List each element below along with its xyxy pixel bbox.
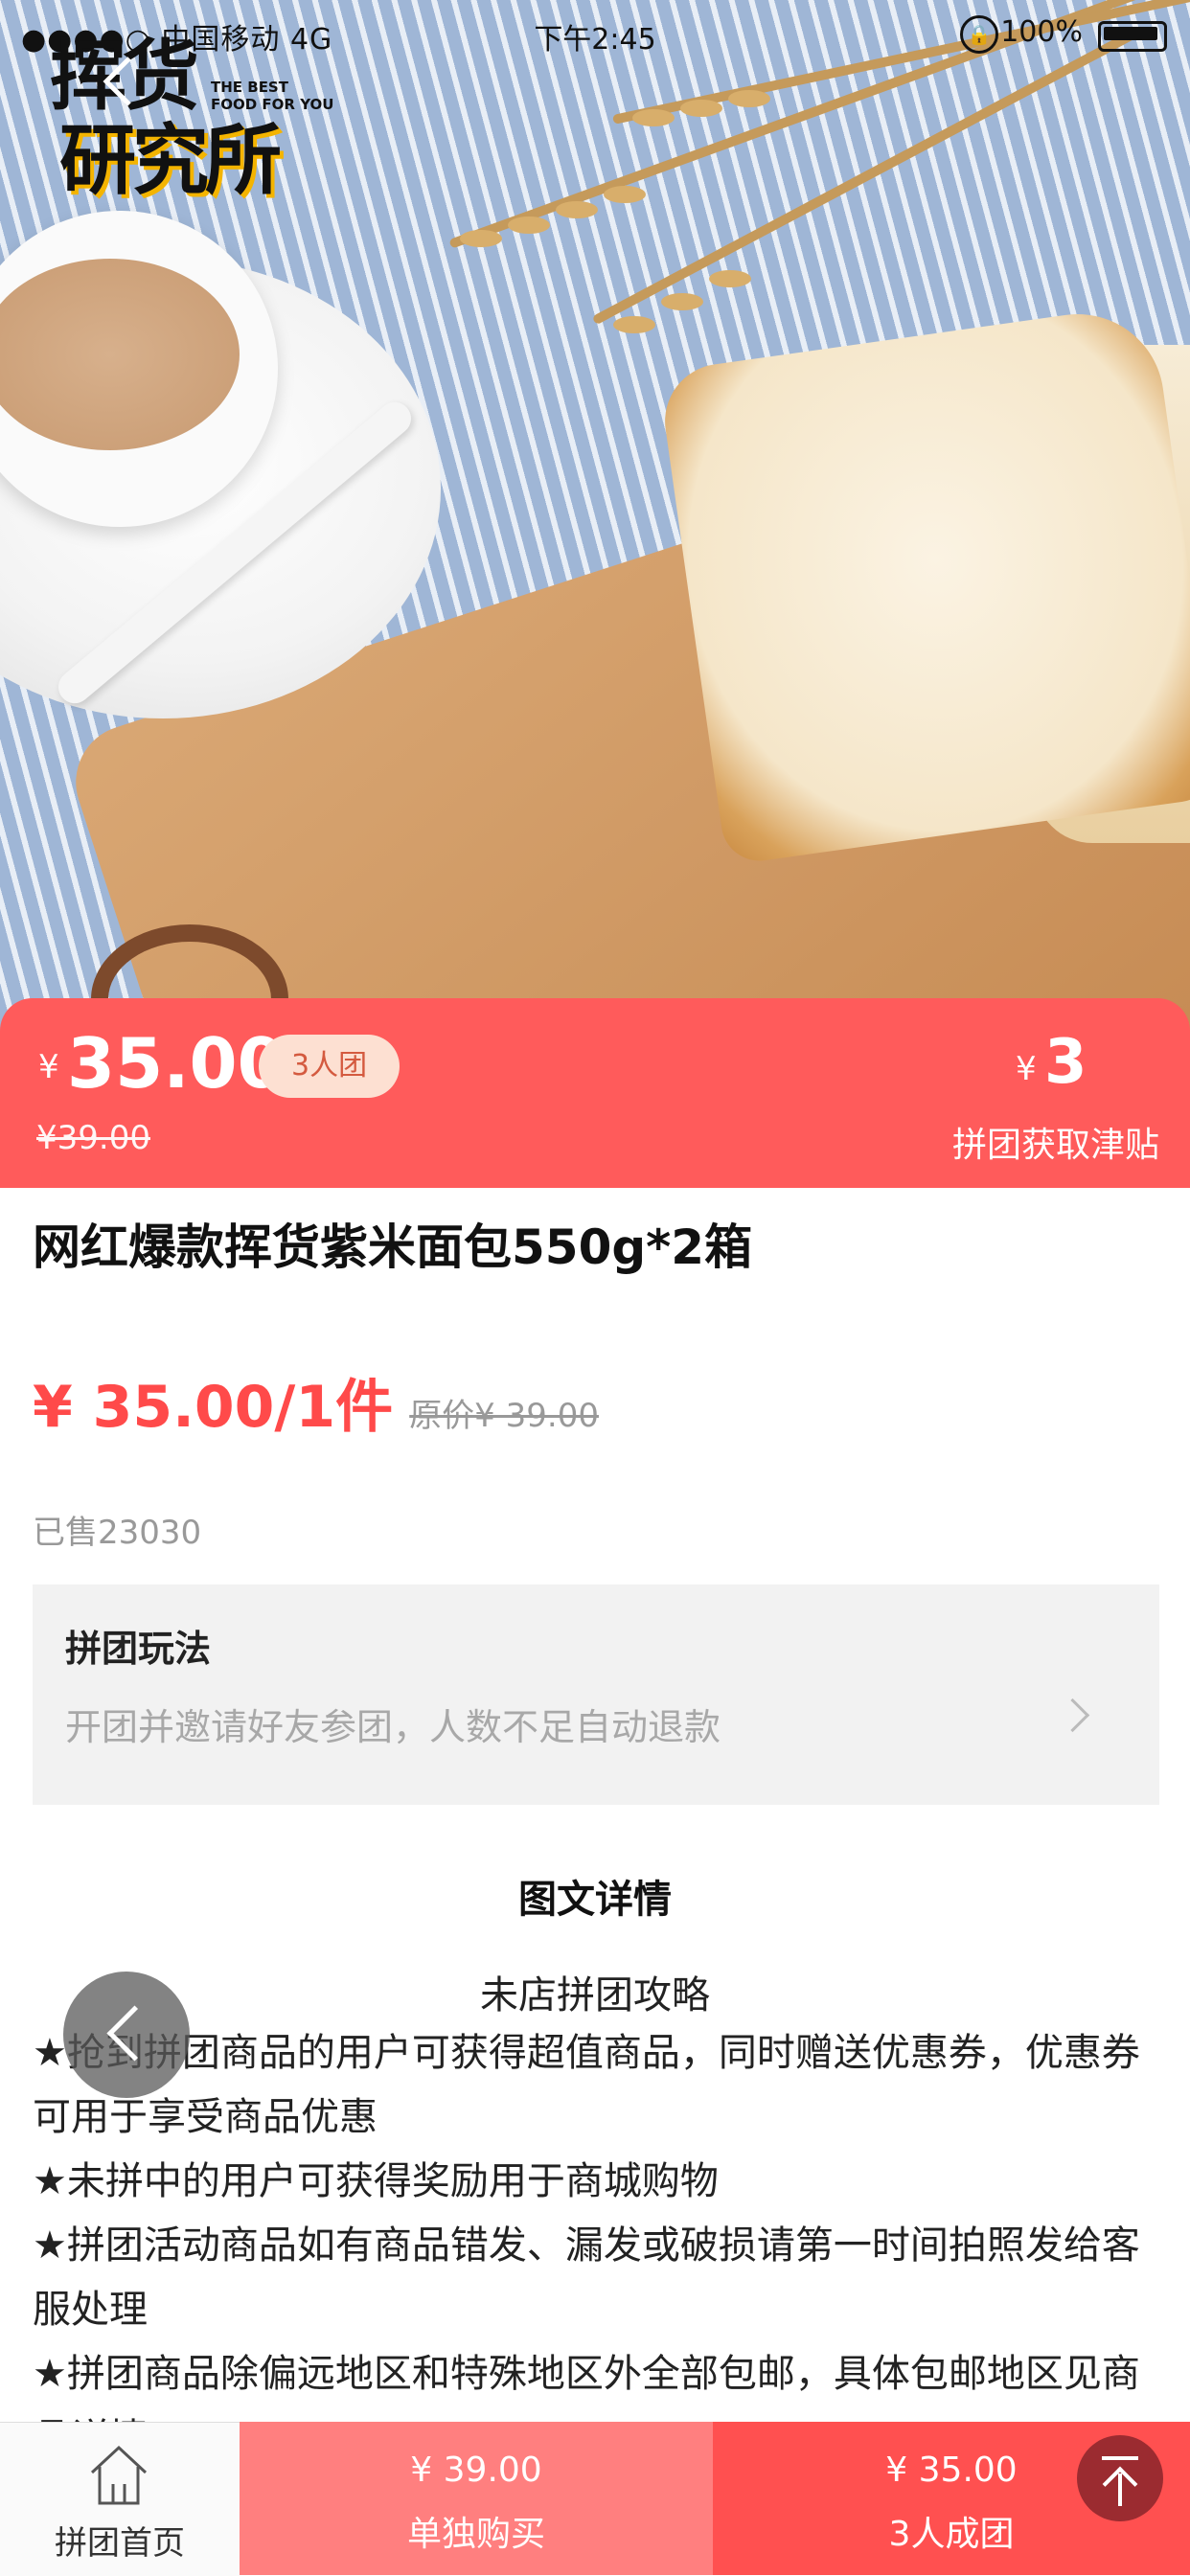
floating-back-button[interactable] (63, 1972, 190, 2098)
home-icon (90, 2445, 148, 2505)
wheat-grain (728, 90, 770, 107)
battery-icon (1098, 21, 1167, 52)
group-rules-card[interactable]: 拼团玩法 开团并邀请好友参团，人数不足自动退款 (33, 1584, 1159, 1805)
logo-tagline: THE BEST FOOD FOR YOU (211, 79, 334, 113)
wheat-grain (661, 293, 703, 310)
wheat-grain (508, 217, 550, 234)
group-home-label: 拼团首页 (55, 2524, 185, 2563)
details-item: ★抢到拼团商品的用户可获得超值商品，同时赠送优惠券，优惠券可用于享受商品优惠 (33, 2031, 1140, 2139)
chevron-right-icon (1055, 1698, 1090, 1733)
logo-line-2: 研究所 (59, 116, 282, 205)
subsidy-amount: 3 (1044, 1027, 1087, 1098)
price-line: ¥ 35.00/1件 原价¥ 39.00 (33, 1360, 599, 1444)
wheat-grain (460, 230, 502, 247)
original-price-strikethrough: 原价¥ 39.00 (409, 1397, 599, 1435)
group-price: 35.00 (67, 1023, 286, 1104)
details-item: ★未拼中的用户可获得奖励用于商城购物 (33, 2159, 719, 2203)
details-item: ★拼团活动商品如有商品错发、漏发或破损请第一时间拍照发给客服处理 (33, 2223, 1140, 2332)
bottom-action-bar: 拼团首页 ¥ 39.00 单独购买 ¥ 35.00 3人成团 (0, 2422, 1190, 2576)
sold-count: 已售23030 (33, 1514, 202, 1552)
brand-logo: 挥货 研究所 THE BEST FOOD FOR YOU (50, 38, 333, 211)
bread-slice (657, 303, 1190, 866)
scroll-to-top-button[interactable] (1077, 2435, 1163, 2521)
unit-price: ¥ 35.00/1件 (33, 1374, 394, 1441)
group-rules-heading: 拼团玩法 (65, 1628, 212, 1670)
buy-alone-label: 单独购买 (406, 2515, 545, 2554)
details-body: ★抢到拼团商品的用户可获得超值商品，同时赠送优惠券，优惠券可用于享受商品优惠 ★… (33, 2021, 1163, 2424)
details-item: ★拼团商品除偏远地区和特殊地区外全部包邮，具体包邮地区见商品详情 (33, 2352, 1140, 2424)
details-section-title: 图文详情 (518, 1878, 672, 1922)
product-title: 网红爆款挥货紫米面包550g*2箱 (33, 1220, 753, 1275)
subsidy-currency: ¥ (1016, 1050, 1037, 1088)
wheat-grain (613, 316, 655, 333)
subsidy-label: 拼团获取津贴 (951, 1126, 1159, 1165)
buy-alone-price: ¥ 39.00 (410, 2451, 542, 2490)
wheat-grain (632, 109, 675, 126)
group-home-tab[interactable]: 拼团首页 (0, 2422, 240, 2576)
rotation-lock-icon: 🔒 (960, 15, 998, 54)
currency-symbol: ¥ (38, 1048, 59, 1086)
arrow-up-icon (1118, 2473, 1122, 2506)
original-price: ¥39.00 (36, 1119, 150, 1157)
group-size-badge: 3人团 (259, 1035, 400, 1098)
wheat-grain (709, 270, 751, 287)
wheat-grain (680, 100, 722, 117)
battery-percent: 100% (1000, 15, 1083, 49)
buy-alone-button[interactable]: ¥ 39.00 单独购买 (240, 2422, 713, 2575)
wheat-stalk (591, 29, 1138, 326)
group-rules-description: 开团并邀请好友参团，人数不足自动退款 (65, 1706, 721, 1748)
wheat-grain (556, 201, 598, 218)
wheat-grain (604, 186, 646, 203)
back-arrow-icon[interactable] (91, 53, 149, 110)
group-price-banner: ¥ 35.00 3人团 ¥39.00 ¥ 3 拼团获取津贴 (0, 998, 1190, 1188)
